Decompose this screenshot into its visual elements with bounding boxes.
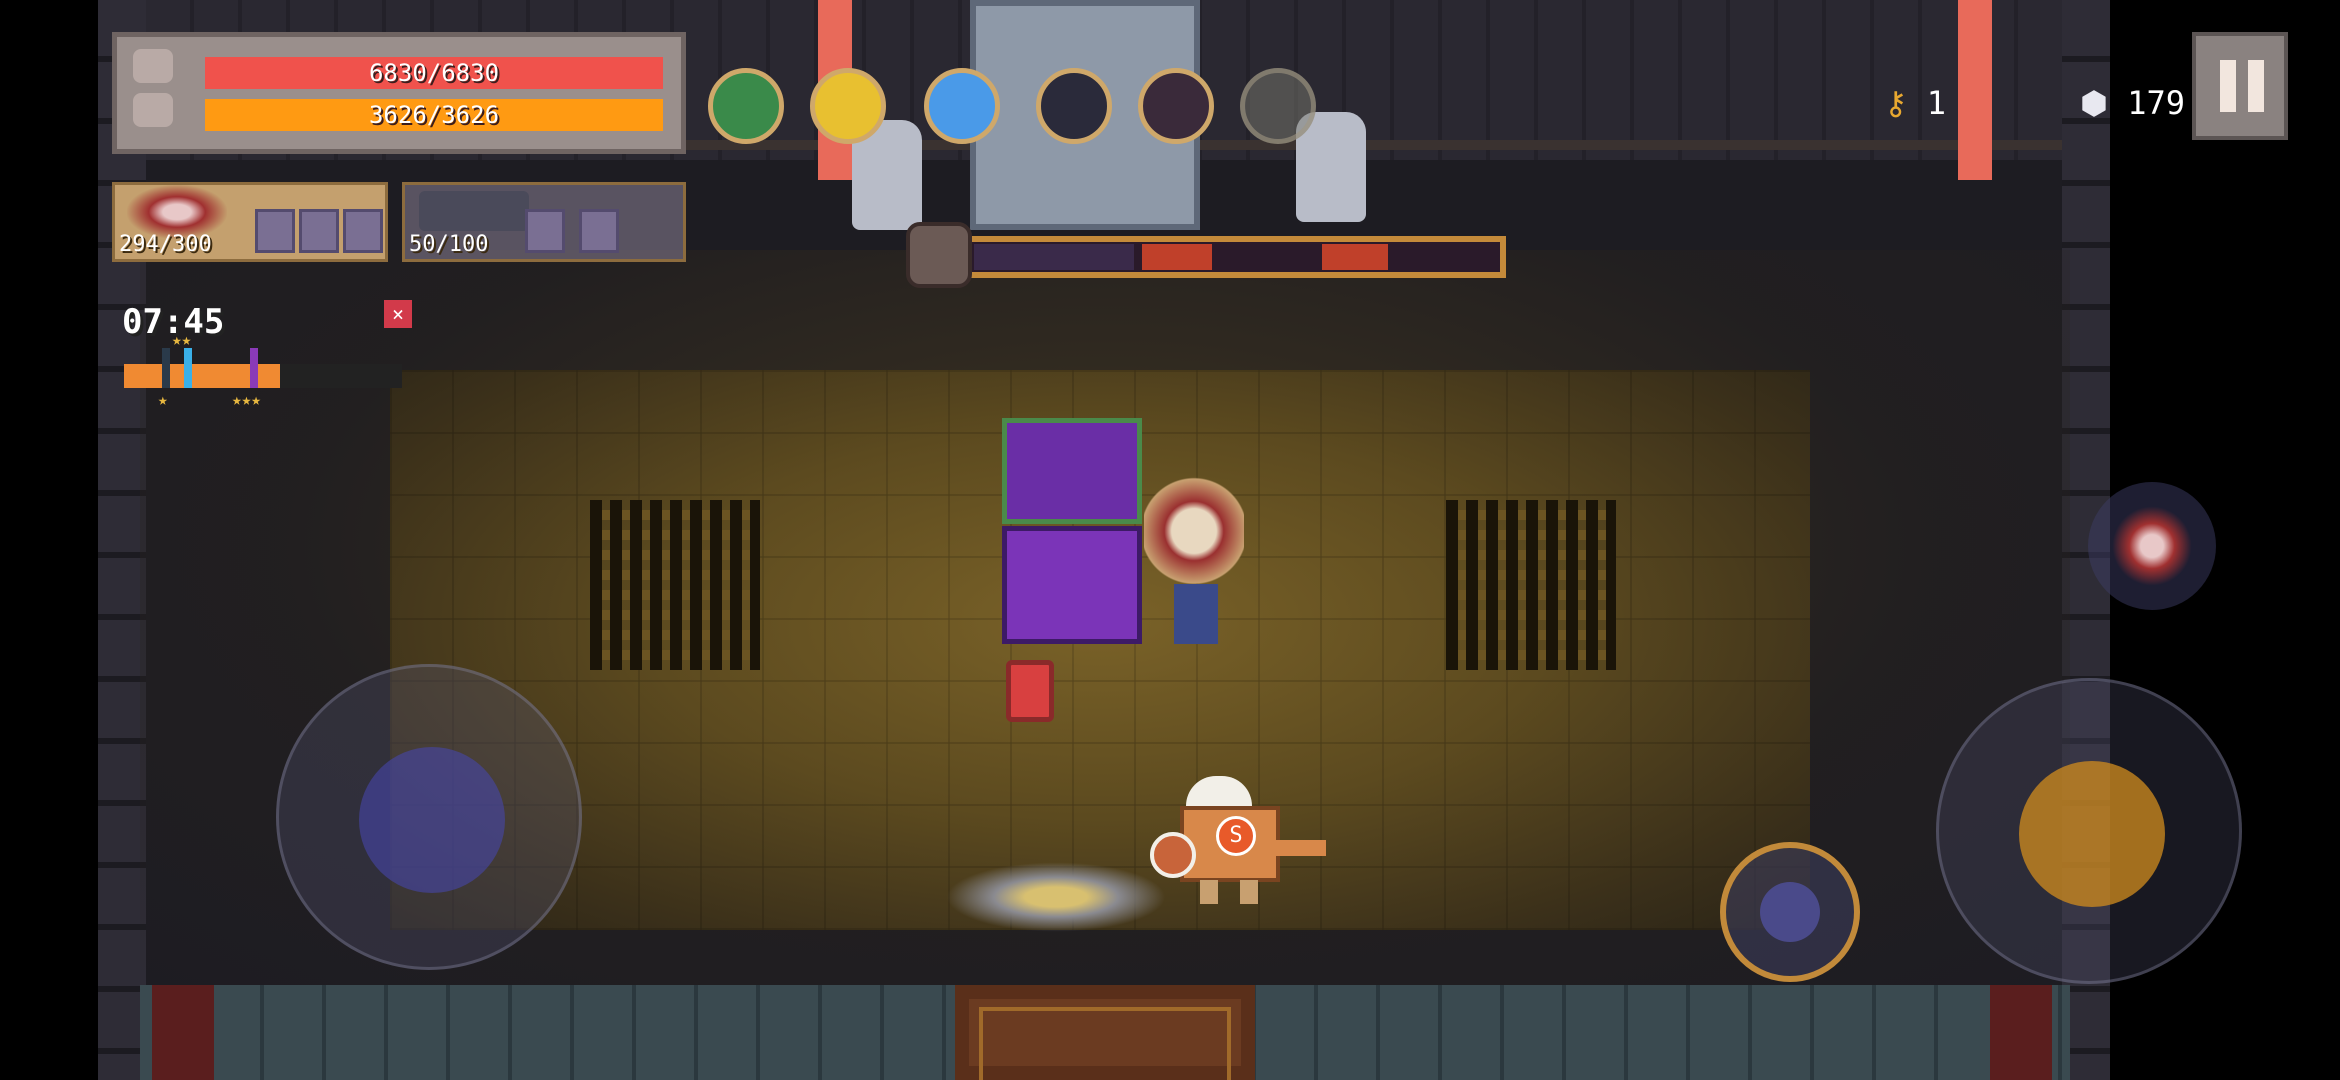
right-sword-pillar [1958,0,1992,180]
pause-icon [2220,60,2236,112]
weapon-upgrade-icon [343,209,383,253]
defeated-enemy [946,862,1166,932]
star-icon: ★★★ [232,390,261,409]
exit-carpet [955,985,1255,1080]
purple-gem-buff-icon [708,68,784,144]
potion-buff-icon [1138,68,1214,144]
wave-marker [162,348,170,388]
weapon-upgrade-icon [525,209,565,253]
attack-button-knob[interactable] [2019,761,2165,907]
hp-bar: 6830/6830 [205,57,663,89]
health-potion[interactable] [1006,660,1054,722]
player-stats-panel: 6830/6830 3626/3626 [112,32,686,154]
ammo-text: 294/300 [119,232,212,257]
ray-gun-weapon-icon [419,191,529,231]
robot-companion: S [1150,776,1330,904]
ice-shard-buff-icon [924,68,1000,144]
weapon-upgrade-icon [255,209,295,253]
chest-lid [1002,418,1142,524]
movement-joystick[interactable] [276,664,582,970]
weapon-upgrade-icon [579,209,619,253]
boss-skull-icon [906,222,972,288]
wave-progress-bar [124,348,402,388]
boss-health-segment [1322,244,1388,270]
gem-counter: ⬢ 179 [2080,84,2185,122]
attack-button[interactable] [1936,678,2242,984]
key-icon: ⚷ [1884,84,1908,122]
player-body [1174,584,1218,644]
weapon-upgrade-icon [299,209,339,253]
joystick-knob[interactable] [359,747,505,893]
boss-health-segment [1142,244,1212,270]
game-viewport: S 6830/6830 3626/3626 294/300 50/100 07:… [0,0,2340,1080]
key-counter: ⚷ 1 [1884,84,1946,122]
gem-count: 179 [2127,84,2185,122]
skill-icon [1760,882,1820,942]
monkey-buff-icon [1036,68,1112,144]
bottom-left-block [152,985,214,1080]
chaos-flower-weapon-icon [127,185,227,239]
chest-body [1002,526,1142,644]
yellow-orb-buff-icon [810,68,886,144]
player-head [1144,476,1244,586]
energy-bar: 3626/3626 [205,99,663,131]
gem-icon: ⬢ [2080,84,2108,122]
weapon-slot-secondary[interactable]: 50/100 [402,182,686,262]
ammo-text: 50/100 [409,232,489,257]
floor-grate-right [1446,500,1616,670]
boss-health-segment [974,244,1134,270]
key-count: 1 [1926,84,1946,122]
empty-buff-slot [1240,68,1316,144]
robot-emblem: S [1216,816,1256,856]
weapon-slot-primary[interactable]: 294/300 [112,182,388,262]
left-wall [98,0,146,1080]
treasure-chest[interactable] [1002,418,1142,644]
heart-icon [133,49,173,83]
chaos-flower-weapon-icon [2112,506,2192,586]
robot-gun [1276,840,1326,856]
pause-icon [2248,60,2264,112]
close-icon[interactable]: × [384,300,412,328]
energy-text: 3626/3626 [368,101,500,129]
star-icon: ★ [158,390,168,409]
skill-button[interactable] [1720,842,1860,982]
pause-button[interactable] [2192,32,2288,140]
wave-marker [184,348,192,388]
energy-icon [133,93,173,127]
floor-grate-left [590,500,760,670]
robot-legs [1200,880,1260,904]
player-character [1134,476,1244,646]
star-icon: ★★ [172,330,192,349]
wave-marker [250,348,258,388]
boss-health-bar [966,236,1506,278]
hp-text: 6830/6830 [368,59,500,87]
bottom-right-block [1990,985,2052,1080]
switch-weapon-button[interactable] [2088,482,2216,610]
